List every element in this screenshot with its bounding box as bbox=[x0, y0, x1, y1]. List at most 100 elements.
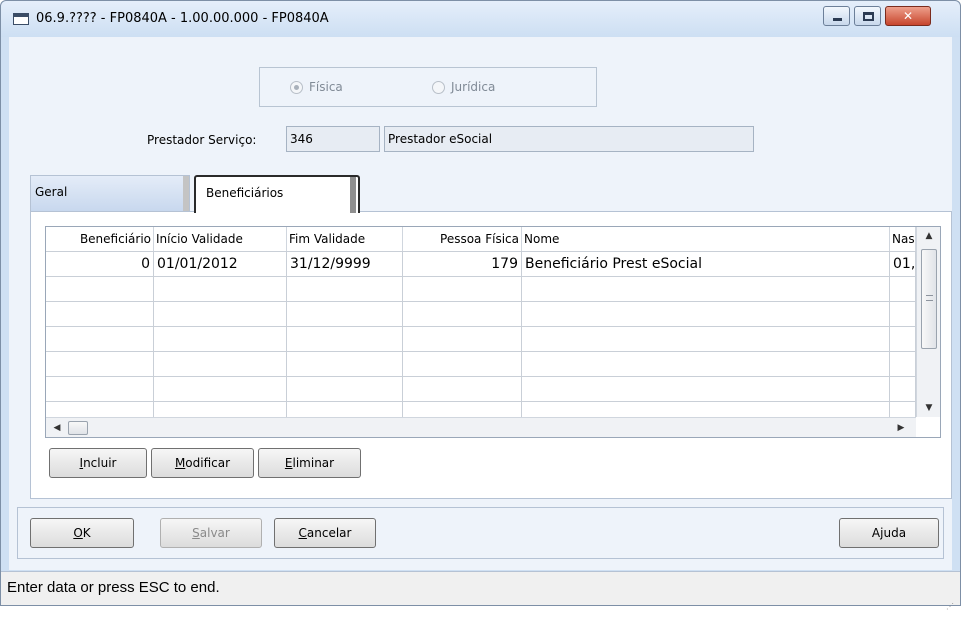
column-header[interactable]: Pessoa Física bbox=[403, 227, 522, 251]
window-title: 06.9.???? - FP0840A - 1.00.00.000 - FP08… bbox=[36, 11, 329, 26]
cell[interactable] bbox=[403, 352, 522, 376]
ajuda-button[interactable]: Ajuda bbox=[839, 518, 939, 548]
table-row[interactable] bbox=[46, 301, 916, 326]
scroll-down-icon[interactable]: ▼ bbox=[917, 399, 940, 417]
scroll-right-icon[interactable]: ▶ bbox=[892, 418, 910, 437]
cell[interactable] bbox=[287, 302, 403, 326]
radio-fisica-label: Física bbox=[309, 80, 343, 94]
provider-code-field[interactable]: 346 bbox=[286, 126, 380, 152]
cell[interactable] bbox=[522, 277, 890, 301]
horizontal-scroll-thumb[interactable] bbox=[68, 421, 88, 435]
client-area: Física Jurídica Prestador Serviço: 346 P… bbox=[9, 37, 952, 570]
table-row[interactable] bbox=[46, 351, 916, 376]
cell[interactable] bbox=[287, 377, 403, 401]
scroll-up-icon[interactable]: ▲ bbox=[917, 227, 940, 245]
action-bar: OK Salvar Cancelar Ajuda bbox=[17, 507, 944, 559]
scroll-left-icon[interactable]: ◀ bbox=[48, 418, 66, 437]
tab-geral[interactable]: Geral bbox=[30, 175, 190, 211]
cell[interactable] bbox=[522, 327, 890, 351]
cell[interactable] bbox=[46, 352, 154, 376]
cell[interactable] bbox=[890, 377, 916, 401]
cell-nome[interactable]: Beneficiário Prest eSocial bbox=[522, 252, 890, 276]
resize-grip-icon[interactable]: ⋰ bbox=[946, 591, 956, 611]
window: 06.9.???? - FP0840A - 1.00.00.000 - FP08… bbox=[0, 0, 961, 611]
cell[interactable] bbox=[46, 327, 154, 351]
close-icon: ✕ bbox=[902, 9, 914, 23]
ok-button[interactable]: OK bbox=[30, 518, 134, 548]
cell[interactable] bbox=[522, 302, 890, 326]
tab-beneficiarios[interactable]: Beneficiários bbox=[194, 175, 360, 213]
cell[interactable] bbox=[46, 277, 154, 301]
cell[interactable] bbox=[154, 277, 287, 301]
table-row[interactable] bbox=[46, 276, 916, 301]
column-header[interactable]: Fim Validade bbox=[287, 227, 403, 251]
eliminar-mnemonic: E bbox=[284, 456, 293, 470]
maximize-button[interactable] bbox=[854, 6, 881, 26]
salvar-mnemonic: S bbox=[192, 526, 200, 540]
cell[interactable] bbox=[403, 302, 522, 326]
cell-beneficiario[interactable]: 0 bbox=[46, 252, 154, 276]
title-bar[interactable]: 06.9.???? - FP0840A - 1.00.00.000 - FP08… bbox=[1, 1, 960, 37]
column-header[interactable]: Nas bbox=[890, 227, 916, 251]
radio-fisica[interactable]: Física bbox=[290, 80, 343, 94]
column-header[interactable]: Nome bbox=[522, 227, 890, 251]
cell[interactable] bbox=[890, 352, 916, 376]
modificar-button[interactable]: Modificar bbox=[151, 448, 254, 478]
cell[interactable] bbox=[403, 377, 522, 401]
vertical-scrollbar[interactable]: ▲ ▼ bbox=[916, 227, 940, 417]
cell[interactable] bbox=[890, 302, 916, 326]
table-row[interactable] bbox=[46, 326, 916, 351]
cancelar-mnemonic: C bbox=[298, 526, 307, 540]
cell[interactable] bbox=[154, 377, 287, 401]
ok-label: K bbox=[82, 526, 91, 540]
cell[interactable] bbox=[890, 327, 916, 351]
salvar-label: alvar bbox=[199, 526, 230, 540]
radio-selected-icon bbox=[290, 80, 303, 94]
beneficiaries-grid[interactable]: Beneficiário Início Validade Fim Validad… bbox=[45, 226, 941, 438]
ajuda-label-end: uda bbox=[883, 526, 907, 540]
cell[interactable] bbox=[154, 327, 287, 351]
cell[interactable] bbox=[522, 352, 890, 376]
grip-icon bbox=[926, 295, 933, 301]
incluir-button[interactable]: Incluir bbox=[49, 448, 147, 478]
cell[interactable] bbox=[522, 377, 890, 401]
cancelar-label: ancelar bbox=[306, 526, 352, 540]
horizontal-scrollbar[interactable]: ◀ ▶ bbox=[46, 417, 916, 437]
ok-mnemonic: O bbox=[73, 526, 83, 540]
cell[interactable] bbox=[287, 327, 403, 351]
provider-label: Prestador Serviço: bbox=[147, 133, 257, 147]
radio-juridica[interactable]: Jurídica bbox=[432, 80, 495, 94]
ajuda-label-start: A bbox=[871, 526, 881, 540]
minimize-button[interactable] bbox=[823, 6, 850, 26]
cell[interactable] bbox=[403, 277, 522, 301]
status-bar: Enter data or press ESC to end. ⋰ bbox=[1, 571, 960, 611]
cell-nas[interactable]: 01, bbox=[890, 252, 916, 276]
cell[interactable] bbox=[154, 352, 287, 376]
maximize-icon bbox=[863, 12, 874, 21]
provider-name-field: Prestador eSocial bbox=[384, 126, 754, 152]
beneficiarios-panel: Beneficiário Início Validade Fim Validad… bbox=[30, 211, 952, 499]
cell[interactable] bbox=[403, 327, 522, 351]
salvar-button[interactable]: Salvar bbox=[160, 518, 262, 548]
cell[interactable] bbox=[46, 377, 154, 401]
cell[interactable] bbox=[287, 277, 403, 301]
cell[interactable] bbox=[46, 302, 154, 326]
app-icon[interactable] bbox=[13, 13, 29, 25]
person-type-group: Física Jurídica bbox=[259, 67, 597, 107]
cell-fim[interactable]: 31/12/9999 bbox=[287, 252, 403, 276]
grid-body: 0 01/01/2012 31/12/9999 179 Beneficiário… bbox=[46, 251, 916, 426]
cell[interactable] bbox=[154, 302, 287, 326]
column-header[interactable]: Beneficiário bbox=[46, 227, 154, 251]
eliminar-button[interactable]: Eliminar bbox=[258, 448, 361, 478]
vertical-scroll-thumb[interactable] bbox=[921, 249, 937, 349]
cell[interactable] bbox=[890, 277, 916, 301]
cancelar-button[interactable]: Cancelar bbox=[274, 518, 376, 548]
table-row[interactable]: 0 01/01/2012 31/12/9999 179 Beneficiário… bbox=[46, 251, 916, 276]
cell-pessoa[interactable]: 179 bbox=[403, 252, 522, 276]
close-button[interactable]: ✕ bbox=[885, 6, 931, 26]
column-header[interactable]: Início Validade bbox=[154, 227, 287, 251]
table-row[interactable] bbox=[46, 376, 916, 401]
cell-inicio[interactable]: 01/01/2012 bbox=[154, 252, 287, 276]
cell[interactable] bbox=[287, 352, 403, 376]
modificar-label: odificar bbox=[185, 456, 231, 470]
